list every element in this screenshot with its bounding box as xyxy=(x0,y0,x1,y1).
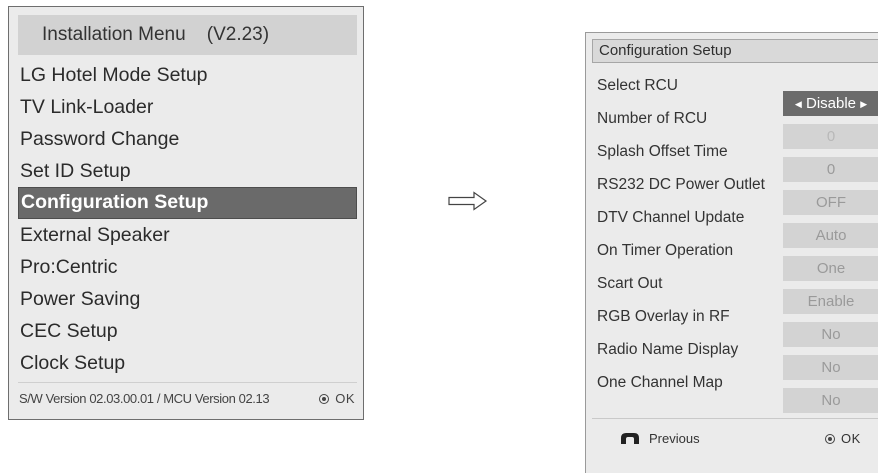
setting-label: Scart Out xyxy=(597,275,663,292)
configuration-setup-panel: Configuration Setup Select RCU ◀ Disable… xyxy=(585,32,878,473)
menu-item-tv-link-loader[interactable]: TV Link-Loader xyxy=(18,91,357,123)
setting-label: One Channel Map xyxy=(597,374,723,391)
menu-item-pro-centric[interactable]: Pro:Centric xyxy=(18,251,357,283)
setting-row-one-channel-map[interactable]: One Channel Map No xyxy=(586,373,878,413)
setting-label: DTV Channel Update xyxy=(597,209,745,226)
menu-item-set-id-setup[interactable]: Set ID Setup xyxy=(18,155,357,187)
previous-label: Previous xyxy=(649,431,700,446)
setting-row-radio-name-display[interactable]: Radio Name Display No xyxy=(586,340,878,380)
right-triangle-icon[interactable]: ▶ xyxy=(860,99,867,109)
setting-row-rgb-overlay-in-rf[interactable]: RGB Overlay in RF No xyxy=(586,307,878,347)
previous-icon xyxy=(621,432,639,444)
menu-item-configuration-setup[interactable]: Configuration Setup xyxy=(18,187,357,219)
menu-item-cec-setup[interactable]: CEC Setup xyxy=(18,315,357,347)
installation-menu-footer: S/W Version 02.03.00.01 / MCU Version 02… xyxy=(19,383,357,415)
setting-row-dtv-channel-update[interactable]: DTV Channel Update Auto xyxy=(586,208,878,248)
setting-label: Splash Offset Time xyxy=(597,143,728,160)
setting-row-select-rcu[interactable]: Select RCU ◀ Disable ▶ xyxy=(586,76,878,116)
setting-label: RGB Overlay in RF xyxy=(597,308,730,325)
right-arrow-outline-icon xyxy=(448,191,488,211)
setting-row-on-timer-operation[interactable]: On Timer Operation One xyxy=(586,241,878,281)
left-triangle-icon[interactable]: ◀ xyxy=(795,99,802,109)
configuration-setup-title: Configuration Setup xyxy=(592,39,878,63)
menu-item-clock-setup[interactable]: Clock Setup xyxy=(18,347,357,379)
version-info: S/W Version 02.03.00.01 / MCU Version 02… xyxy=(19,391,270,406)
installation-menu-panel: Installation Menu (V2.23) LG Hotel Mode … xyxy=(8,6,364,420)
menu-item-power-saving[interactable]: Power Saving xyxy=(18,283,357,315)
ok-button[interactable]: OK xyxy=(825,431,861,447)
setting-label: Radio Name Display xyxy=(597,341,739,358)
setting-label: RS232 DC Power Outlet xyxy=(597,176,765,193)
setting-value[interactable]: No xyxy=(783,388,878,413)
setting-row-splash-offset-time[interactable]: Splash Offset Time 0 xyxy=(586,142,878,182)
footer-divider xyxy=(592,418,878,419)
installation-menu-title: Installation Menu (V2.23) xyxy=(18,15,357,55)
menu-item-external-speaker[interactable]: External Speaker xyxy=(18,219,357,251)
menu-item-password-change[interactable]: Password Change xyxy=(18,123,357,155)
ok-label: OK xyxy=(335,391,355,406)
ok-dot-icon xyxy=(319,393,330,404)
ok-label: OK xyxy=(841,431,861,446)
ok-dot-icon xyxy=(825,433,835,444)
setting-row-number-of-rcu[interactable]: Number of RCU 0 xyxy=(586,109,878,149)
setting-row-scart-out[interactable]: Scart Out Enable xyxy=(586,274,878,314)
ok-button[interactable]: OK xyxy=(319,383,355,415)
setting-label: On Timer Operation xyxy=(597,242,734,259)
menu-item-lg-hotel-mode-setup[interactable]: LG Hotel Mode Setup xyxy=(18,59,357,91)
setting-label: Select RCU xyxy=(597,77,678,94)
setting-row-rs232-dc-power-outlet[interactable]: RS232 DC Power Outlet OFF xyxy=(586,175,878,215)
setting-label: Number of RCU xyxy=(597,110,708,127)
previous-button[interactable]: Previous xyxy=(619,431,700,447)
installation-menu-list: LG Hotel Mode Setup TV Link-Loader Passw… xyxy=(18,59,357,379)
